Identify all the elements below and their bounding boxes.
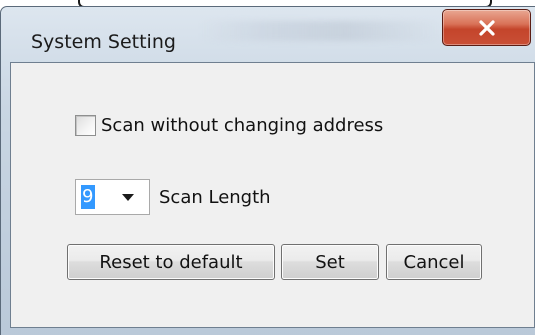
- title-bar-glass-reflection: [201, 21, 441, 41]
- scan-length-option: 9 Scan Length: [75, 179, 271, 215]
- screen: System Setting Scan without changing add…: [0, 0, 535, 335]
- scan-length-label: Scan Length: [159, 186, 271, 208]
- scan-length-dropdown[interactable]: 9: [75, 179, 150, 215]
- chevron-down-icon[interactable]: [122, 194, 134, 201]
- scan-without-changing-address-label[interactable]: Scan without changing address: [101, 115, 383, 136]
- dialog-title: System Setting: [31, 31, 176, 53]
- scan-length-value[interactable]: 9: [81, 185, 95, 209]
- close-icon: [478, 19, 495, 36]
- scan-without-changing-address-checkbox[interactable]: [75, 115, 96, 136]
- dialog-client-area: Scan without changing address 9 Scan Len…: [10, 62, 535, 328]
- set-button[interactable]: Set: [281, 244, 379, 280]
- title-bar[interactable]: System Setting: [1, 7, 535, 63]
- scan-without-changing-address-option: Scan without changing address: [75, 115, 383, 136]
- reset-to-default-button[interactable]: Reset to default: [67, 244, 275, 280]
- cancel-button[interactable]: Cancel: [386, 244, 482, 280]
- close-button[interactable]: [442, 9, 531, 46]
